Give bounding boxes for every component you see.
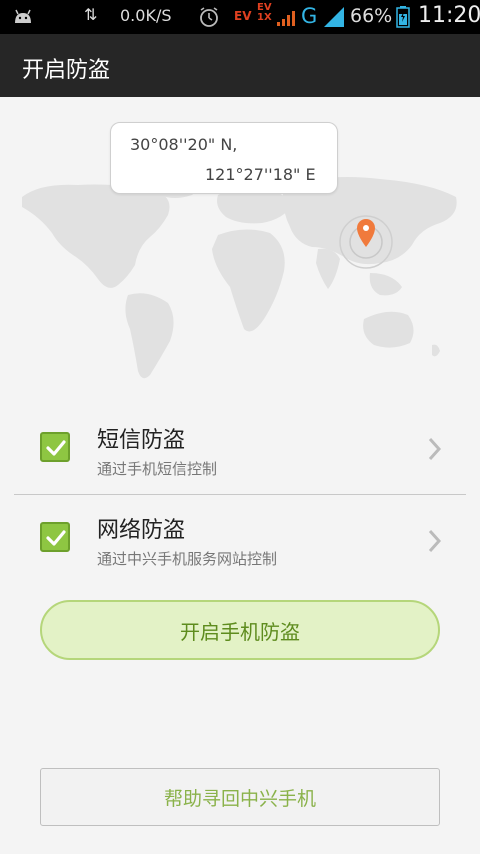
battery-icon	[396, 6, 410, 28]
ev-indicator: EV	[234, 9, 252, 23]
network-speed: 0.0K/S	[120, 6, 172, 25]
status-bar: ⇅ 0.0K/S EV EV 1X G 66% 11:20	[0, 0, 480, 34]
signal-icon	[277, 11, 295, 26]
sms-anti-theft-description: 通过手机短信控制	[97, 460, 218, 478]
ev-1x-indicator: EV 1X	[257, 2, 272, 23]
check-icon	[46, 530, 66, 546]
clock: 11:20	[418, 3, 480, 28]
title-bar: 开启防盗	[0, 34, 480, 97]
sms-anti-theft-row[interactable]: 短信防盗 通过手机短信控制	[0, 418, 480, 504]
check-icon	[46, 440, 66, 456]
sms-anti-theft-checkbox[interactable]	[40, 432, 70, 462]
network-anti-theft-description: 通过中兴手机服务网站控制	[97, 550, 278, 568]
help-find-phone-button[interactable]: 帮助寻回中兴手机	[40, 768, 440, 826]
chevron-right-icon	[428, 437, 442, 461]
signal-bars-icon	[324, 7, 344, 27]
network-anti-theft-checkbox[interactable]	[40, 522, 70, 552]
data-arrows-icon: ⇅	[84, 5, 98, 24]
longitude-text: 121°27''18" E	[205, 165, 316, 184]
battery-percent: 66%	[350, 5, 393, 27]
divider	[14, 494, 466, 495]
chevron-right-icon	[428, 529, 442, 553]
page-title: 开启防盗	[22, 58, 111, 83]
sms-anti-theft-label: 短信防盗	[97, 428, 186, 453]
enable-anti-theft-button[interactable]: 开启手机防盗	[40, 600, 440, 660]
coordinates-bubble: 30°08''20" N, 121°27''18" E	[110, 122, 338, 194]
android-icon	[15, 9, 31, 23]
network-anti-theft-row[interactable]: 网络防盗 通过中兴手机服务网站控制	[0, 510, 480, 596]
network-anti-theft-label: 网络防盗	[97, 518, 186, 543]
alarm-icon	[200, 7, 218, 27]
network-type: G	[301, 4, 318, 28]
latitude-text: 30°08''20" N,	[130, 135, 238, 154]
